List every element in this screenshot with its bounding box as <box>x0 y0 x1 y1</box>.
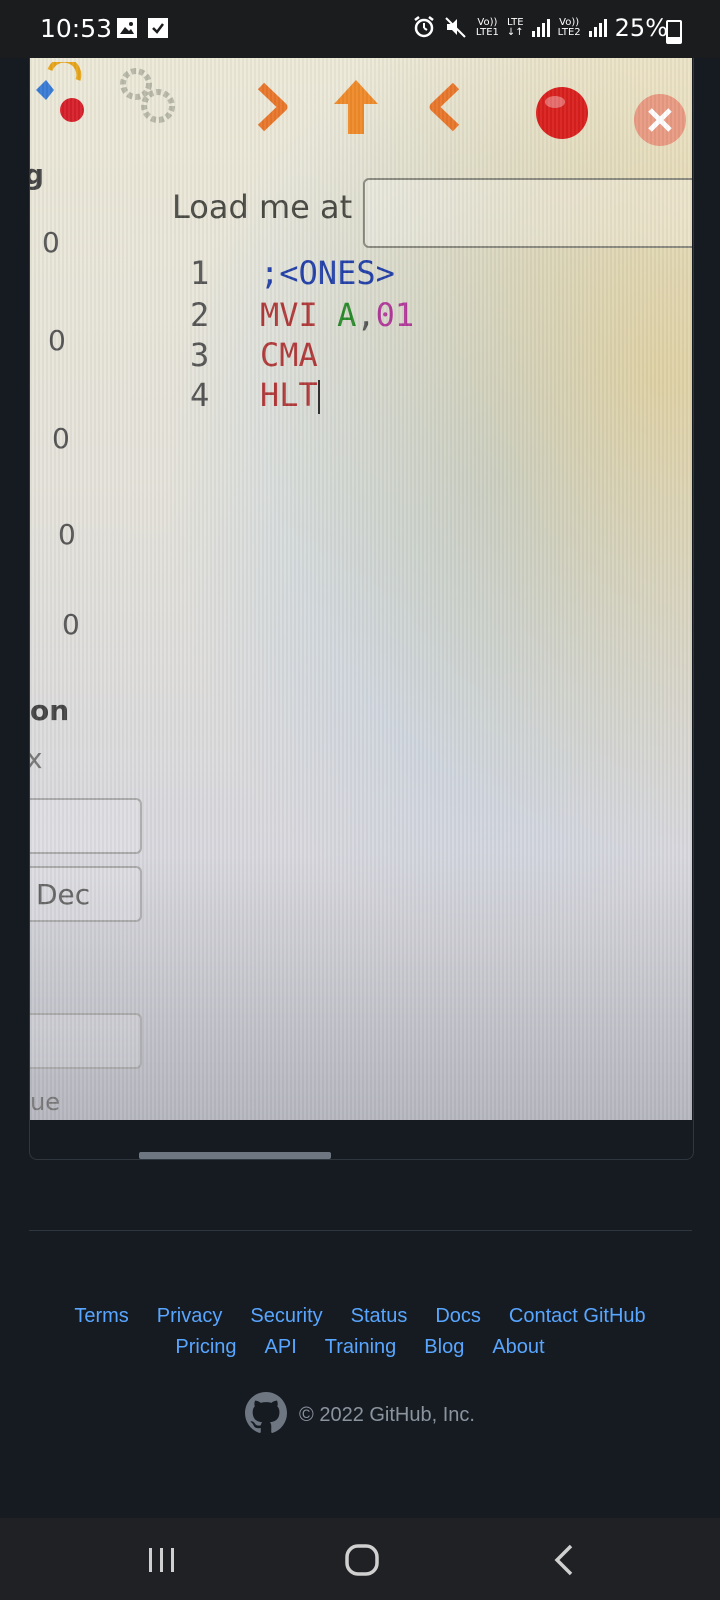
photo-side-value-1: 0 <box>42 226 60 259</box>
code-line-4: 4 HLT <box>190 376 320 414</box>
photo-side-box-3 <box>30 1013 142 1069</box>
footer-link-pricing[interactable]: Pricing <box>175 1336 236 1359</box>
battery-icon <box>666 20 682 44</box>
network-lte2: Vo)) LTE2 <box>557 17 581 38</box>
signal-icon-1 <box>531 17 550 40</box>
photo-side-box-1 <box>30 798 142 854</box>
footer-link-api[interactable]: API <box>265 1336 297 1359</box>
photo-load-icon <box>32 58 88 129</box>
photo-up-arrow-icon <box>332 78 380 141</box>
signal-icon-2 <box>588 17 607 40</box>
photo-gears-icon <box>116 66 180 131</box>
code-line-1: 1 ;<ONES> <box>190 254 395 292</box>
photo-load-label: Load me at <box>172 188 353 226</box>
footer-link-blog[interactable]: Blog <box>424 1336 464 1359</box>
recent-apps-button[interactable] <box>142 1540 182 1580</box>
copyright-text: © 2022 GitHub, Inc. <box>299 1404 475 1426</box>
photo-side-value-2: 0 <box>48 324 66 357</box>
embedded-photo[interactable]: Load me at 1 ;<ONES> 2 MVI A,01 3 CMA 4 HLT … <box>30 58 692 1120</box>
text-cursor <box>317 380 320 414</box>
footer-link-about[interactable]: About <box>492 1336 544 1359</box>
footer-links-row-2: Pricing API Training Blog About <box>0 1336 720 1359</box>
photo-side-value-5: 0 <box>62 608 80 641</box>
photo-side-x: x <box>30 742 43 775</box>
footer-link-privacy[interactable]: Privacy <box>157 1305 223 1328</box>
alarm-icon <box>412 15 436 42</box>
photo-stop-icon <box>533 84 591 147</box>
footer-link-training[interactable]: Training <box>325 1336 397 1359</box>
photo-left-arrow-icon <box>428 82 464 137</box>
footer-divider <box>29 1230 692 1231</box>
task-notification-icon <box>148 18 168 38</box>
horizontal-scrollbar[interactable] <box>139 1152 331 1159</box>
android-nav-bar <box>0 1518 720 1600</box>
github-logo-icon[interactable] <box>245 1392 288 1439</box>
status-right-cluster: Vo)) LTE1 LTE ↓↑ Vo)) LTE2 25% <box>412 14 668 42</box>
mute-icon <box>444 15 468 42</box>
code-line-3: 3 CMA <box>190 336 318 374</box>
back-button[interactable] <box>545 1540 585 1580</box>
network-lte1: Vo)) LTE1 <box>475 17 499 38</box>
code-line-2: 2 MVI A,01 <box>190 296 415 334</box>
photo-side-on: on <box>30 694 70 727</box>
gallery-notification-icon <box>117 18 137 38</box>
footer-link-docs[interactable]: Docs <box>435 1305 481 1328</box>
photo-side-ue: ue <box>30 1088 60 1116</box>
footer-link-contact-github[interactable]: Contact GitHub <box>509 1305 646 1328</box>
status-time: 10:53 <box>40 14 113 43</box>
photo-side-dec: Dec <box>36 878 91 911</box>
footer-link-status[interactable]: Status <box>351 1305 408 1328</box>
photo-side-g: g <box>30 158 45 191</box>
photo-side-value-3: 0 <box>52 422 70 455</box>
footer-copyright: © 2022 GitHub, Inc. <box>0 1392 720 1439</box>
photo-side-value-4: 0 <box>58 518 76 551</box>
home-button[interactable] <box>342 1540 382 1580</box>
footer-links-row-1: Terms Privacy Security Status Docs Conta… <box>0 1305 720 1328</box>
battery-percent: 25% <box>614 14 668 42</box>
footer-link-terms[interactable]: Terms <box>74 1305 128 1328</box>
footer-link-security[interactable]: Security <box>250 1305 322 1328</box>
photo-right-arrow-icon <box>253 82 289 137</box>
network-lte-data: LTE ↓↑ <box>506 17 524 38</box>
photo-close-icon <box>632 92 688 153</box>
status-bar: 10:53 Vo)) LTE1 LTE ↓↑ Vo)) LTE2 25% <box>0 0 720 58</box>
photo-load-input <box>363 178 692 248</box>
